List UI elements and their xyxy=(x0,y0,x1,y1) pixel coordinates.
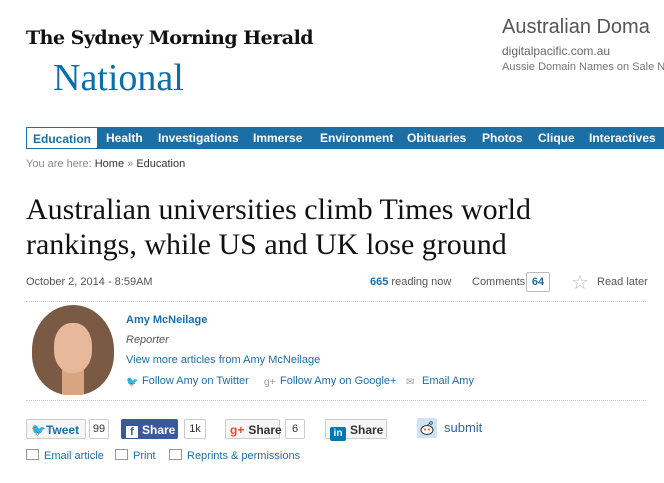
breadcrumb: You are here: Home » Education xyxy=(26,158,185,170)
nav-item-immerse[interactable]: Immerse xyxy=(253,127,302,149)
print-link[interactable]: Print xyxy=(115,449,156,462)
facebook-share-button[interactable]: f Share xyxy=(121,419,178,439)
reddit-alien-icon[interactable] xyxy=(417,418,437,443)
google-plus-share-label: Share xyxy=(248,423,282,437)
author-more-articles-link[interactable]: View more articles from Amy McNeilage xyxy=(126,354,320,366)
nav-item-investigations[interactable]: Investigations xyxy=(158,127,239,149)
divider xyxy=(26,400,646,401)
reading-label: reading now xyxy=(391,276,452,288)
follow-twitter-link[interactable]: 🐦 Follow Amy on Twitter xyxy=(126,375,249,388)
ad-title[interactable]: Australian Doma xyxy=(502,16,650,39)
nav-item-education[interactable]: Education xyxy=(26,127,99,148)
author-name[interactable]: Amy McNeilage xyxy=(126,314,207,326)
author-avatar[interactable] xyxy=(32,305,114,395)
facebook-share-count: 1k xyxy=(184,419,206,439)
twitter-bird-icon: 🐦 xyxy=(126,377,139,388)
linkedin-share-label: Share xyxy=(350,423,384,437)
ad-description: Aussie Domain Names on Sale N xyxy=(502,61,664,73)
read-later-link[interactable]: Read later xyxy=(597,276,648,288)
breadcrumb-separator: » xyxy=(127,158,134,170)
print-label: Print xyxy=(133,450,156,462)
printer-icon xyxy=(115,449,128,460)
follow-google-label: Follow Amy on Google+ xyxy=(280,375,397,387)
nav-item-environment[interactable]: Environment xyxy=(320,127,393,149)
reading-count: 665 xyxy=(370,276,389,288)
linkedin-icon: in xyxy=(330,427,346,441)
tweet-button[interactable]: 🐦Tweet xyxy=(26,419,86,439)
follow-google-link[interactable]: g+ Follow Amy on Google+ xyxy=(264,375,397,388)
tweet-label: Tweet xyxy=(45,423,80,437)
google-plus-icon: g+ xyxy=(230,423,245,437)
email-author-link[interactable]: ✉ Email Amy xyxy=(406,375,474,388)
envelope-icon xyxy=(26,449,39,460)
comments-count-badge[interactable]: 64 xyxy=(526,272,550,292)
nav-item-interactives[interactable]: Interactives xyxy=(589,127,656,149)
article-date: October 2, 2014 - 8:59AM xyxy=(26,276,153,288)
facebook-share-label: Share xyxy=(142,423,176,437)
document-icon xyxy=(169,449,182,460)
divider xyxy=(26,301,646,302)
masthead-logo[interactable]: The Sydney Morning Herald xyxy=(26,27,314,49)
breadcrumb-current[interactable]: Education xyxy=(136,158,185,170)
section-title[interactable]: National xyxy=(53,56,184,100)
linkedin-share-button[interactable]: in Share xyxy=(325,419,387,441)
tweet-count: 99 xyxy=(89,419,109,439)
email-article-link[interactable]: Email article xyxy=(26,449,104,462)
google-plus-share-button[interactable]: g+ Share xyxy=(225,419,282,439)
nav-item-clique[interactable]: Clique xyxy=(538,127,575,149)
breadcrumb-prefix: You are here: xyxy=(26,158,92,170)
google-plus-icon: g+ xyxy=(264,377,276,388)
reprints-link[interactable]: Reprints & permissions xyxy=(169,449,300,462)
email-author-label: Email Amy xyxy=(422,375,474,387)
section-nav-bar: Education Health Investigations Immerse … xyxy=(26,127,664,149)
nav-item-health[interactable]: Health xyxy=(106,127,143,149)
nav-item-photos[interactable]: Photos xyxy=(482,127,523,149)
breadcrumb-home[interactable]: Home xyxy=(95,158,124,170)
author-role: Reporter xyxy=(126,334,169,346)
reprints-label: Reprints & permissions xyxy=(187,450,301,462)
follow-twitter-label: Follow Amy on Twitter xyxy=(142,375,249,387)
article-headline: Australian universities climb Times worl… xyxy=(26,193,531,261)
envelope-icon: ✉ xyxy=(406,377,415,388)
comments-link[interactable]: Comments xyxy=(472,276,525,288)
email-article-label: Email article xyxy=(44,450,104,462)
twitter-bird-icon: 🐦 xyxy=(31,423,46,437)
facebook-icon: f xyxy=(126,426,138,438)
reading-now: 665 reading now xyxy=(370,276,451,288)
ad-url[interactable]: digitalpacific.com.au xyxy=(502,44,610,58)
google-plus-share-count: 6 xyxy=(285,419,305,439)
star-icon[interactable]: ☆ xyxy=(571,270,589,295)
nav-item-obituaries[interactable]: Obituaries xyxy=(407,127,466,149)
reddit-submit-link[interactable]: submit xyxy=(444,420,482,435)
